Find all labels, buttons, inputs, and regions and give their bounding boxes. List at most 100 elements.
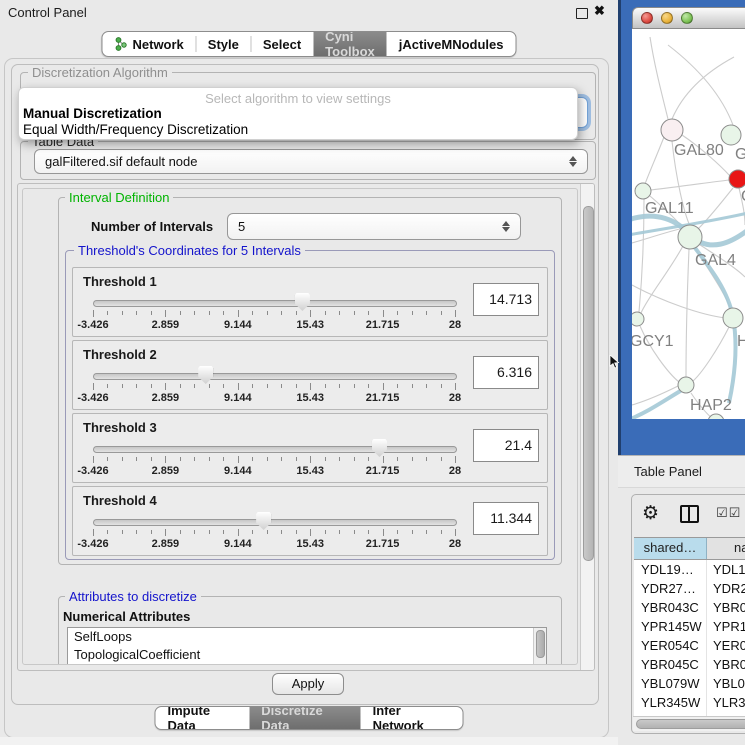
- threshold-slider[interactable]: -3.4262.8599.14415.4321.71528: [93, 298, 455, 334]
- minor-tick: [122, 311, 123, 315]
- tick-label: 21.715: [366, 538, 400, 550]
- slider-track[interactable]: [93, 519, 457, 526]
- table-row[interactable]: YLR345WYLR345W: [634, 693, 745, 712]
- table-row[interactable]: YBR043CYBR043C: [634, 598, 745, 617]
- network-node-gal4[interactable]: [678, 225, 702, 249]
- minor-tick: [122, 530, 123, 534]
- list-item[interactable]: TopologicalCoefficient: [68, 646, 546, 664]
- network-edge[interactable]: [686, 249, 689, 377]
- network-view-canvas[interactable]: GAL80GCGAL11GAL4GCY1HHAP2: [632, 29, 745, 419]
- network-node-gcy1[interactable]: [632, 312, 644, 326]
- list-item[interactable]: SelfLoops: [68, 628, 546, 646]
- float-window-icon[interactable]: [576, 8, 588, 19]
- network-node-c[interactable]: [729, 170, 745, 188]
- columns-icon[interactable]: [680, 505, 699, 523]
- network-edge[interactable]: [632, 285, 726, 318]
- network-edge[interactable]: [693, 327, 729, 381]
- slider-handle[interactable]: [372, 439, 387, 457]
- threshold-value-input[interactable]: 11.344: [473, 502, 539, 535]
- zoom-traffic-light-icon[interactable]: [681, 12, 693, 24]
- scrollbar-thumb[interactable]: [536, 630, 545, 658]
- network-edge[interactable]: [668, 45, 733, 125]
- threshold-value-input[interactable]: 6.316: [473, 356, 539, 389]
- threshold-slider[interactable]: -3.4262.8599.14415.4321.71528: [93, 444, 455, 480]
- close-window-icon[interactable]: ✖: [594, 3, 605, 19]
- major-tick: [165, 529, 166, 536]
- network-window-titlebar[interactable]: [632, 7, 745, 29]
- minimize-traffic-light-icon[interactable]: [661, 12, 673, 24]
- tab-jactivemnodules[interactable]: jActiveMNodules: [387, 32, 516, 56]
- bottom-tab-impute-data[interactable]: Impute Data: [156, 707, 250, 729]
- slider-handle[interactable]: [295, 293, 310, 311]
- slider-track[interactable]: [93, 300, 457, 307]
- minor-tick: [122, 384, 123, 388]
- network-edge[interactable]: [651, 180, 729, 190]
- slider-handle[interactable]: [198, 366, 213, 384]
- bottom-tab-discretize-data[interactable]: Discretize Data: [249, 707, 360, 729]
- network-edge[interactable]: [645, 137, 664, 184]
- apply-button[interactable]: Apply: [272, 673, 344, 695]
- network-node[interactable]: [708, 414, 724, 419]
- dropdown-hint-option[interactable]: Select algorithm to view settings: [19, 91, 577, 106]
- minor-tick: [354, 384, 355, 388]
- tick-label: 2.859: [152, 465, 180, 477]
- network-node-gal11[interactable]: [635, 183, 651, 199]
- network-edge[interactable]: [641, 246, 683, 313]
- minor-tick: [252, 311, 253, 315]
- checkbox-icons[interactable]: ☑☑: [716, 506, 741, 521]
- threshold-slider[interactable]: -3.4262.8599.14415.4321.71528: [93, 371, 455, 407]
- threshold-slider[interactable]: -3.4262.8599.14415.4321.71528: [93, 517, 455, 553]
- table-row[interactable]: YBR045CYBR045C: [634, 655, 745, 674]
- dropdown-option-equal-width-frequency[interactable]: Equal Width/Frequency Discretization: [23, 122, 248, 137]
- slider-handle[interactable]: [256, 512, 271, 530]
- tab-select[interactable]: Select: [251, 32, 313, 56]
- minor-tick: [180, 457, 181, 461]
- settings-vertical-scrollbar[interactable]: [580, 184, 594, 670]
- table-row[interactable]: YBL079WYBL079W: [634, 674, 745, 693]
- attributes-list-scrollbar[interactable]: [533, 628, 546, 665]
- table-row[interactable]: YER054CYER054C: [634, 636, 745, 655]
- table-row[interactable]: YDL19…YDL19…: [634, 560, 745, 579]
- scrollbar-thumb[interactable]: [583, 206, 594, 561]
- table-row[interactable]: YDR27…YDR27…: [634, 579, 745, 598]
- list-item[interactable]: BetweennessCentrality: [68, 664, 546, 665]
- minor-tick: [441, 530, 442, 534]
- table-data-combobox[interactable]: galFiltered.sif default node: [34, 149, 588, 174]
- minor-tick: [107, 457, 108, 461]
- bottom-tab-infer-network[interactable]: Infer Network: [361, 707, 463, 729]
- major-tick: [310, 529, 311, 536]
- network-node-h[interactable]: [723, 308, 743, 328]
- tick-label: 2.859: [152, 538, 180, 550]
- table-header-row: shared… na: [634, 537, 745, 560]
- threshold-value-input[interactable]: 14.713: [473, 283, 539, 316]
- network-node-label: HAP2: [690, 397, 732, 414]
- network-node-gal80[interactable]: [661, 119, 683, 141]
- gear-icon[interactable]: ⚙: [642, 503, 659, 523]
- scrollbar-thumb[interactable]: [636, 719, 745, 729]
- tab-cyni-toolbox[interactable]: Cyni Toolbox: [313, 32, 387, 56]
- dropdown-option-manual-discretization[interactable]: Manual Discretization: [23, 106, 162, 121]
- network-edge-thick[interactable]: [632, 390, 682, 419]
- table-horizontal-scrollbar[interactable]: [633, 716, 745, 731]
- cell-name: YDL19…: [707, 560, 745, 579]
- major-tick: [383, 383, 384, 390]
- network-node-g[interactable]: [721, 125, 741, 145]
- tab-label: Impute Data: [168, 706, 238, 730]
- close-traffic-light-icon[interactable]: [641, 12, 653, 24]
- column-header-shared-name[interactable]: shared…: [634, 538, 707, 559]
- slider-track[interactable]: [93, 446, 457, 453]
- numerical-attributes-list[interactable]: SelfLoopsTopologicalCoefficientBetweenne…: [67, 627, 547, 665]
- number-of-intervals-combobox[interactable]: 5: [227, 213, 521, 240]
- major-tick: [310, 456, 311, 463]
- slider-track[interactable]: [93, 373, 457, 380]
- cell-name: YBR045C: [707, 655, 745, 674]
- tab-network[interactable]: Network: [102, 32, 195, 56]
- threshold-value-input[interactable]: 21.4: [473, 429, 539, 462]
- minor-tick: [325, 384, 326, 388]
- network-edge[interactable]: [650, 37, 668, 119]
- network-node-hap2[interactable]: [678, 377, 694, 393]
- network-edge[interactable]: [672, 57, 734, 119]
- column-header-name[interactable]: na: [707, 538, 745, 559]
- tab-style[interactable]: Style: [196, 32, 251, 56]
- table-row[interactable]: YPR145WYPR145W: [634, 617, 745, 636]
